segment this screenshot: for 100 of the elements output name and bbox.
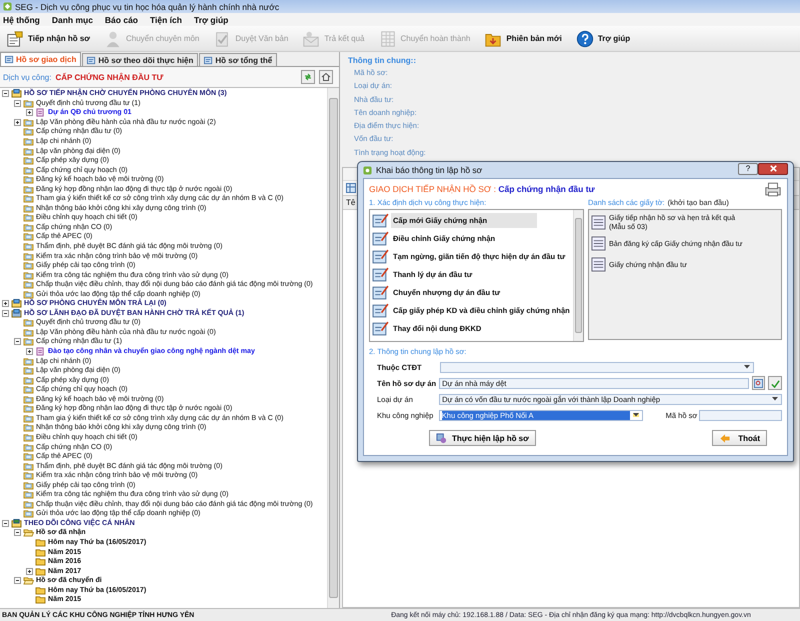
folder-icon — [23, 156, 34, 166]
folder-icon — [23, 146, 34, 156]
folder-icon — [23, 98, 34, 108]
dialog-heading: GIAO DỊCH TIẾP NHẬN HỒ SƠ : Cấp chứng nhận đầu tư — [369, 184, 595, 194]
folder-icon — [23, 462, 34, 471]
toolbar-button[interactable]: Trợ giúp — [572, 28, 634, 50]
folder-icon — [35, 566, 46, 576]
tab-icon — [5, 55, 14, 64]
expand-toggle[interactable] — [2, 310, 9, 317]
person-icon — [104, 30, 122, 48]
expand-toggle[interactable] — [14, 529, 21, 536]
folder-icon — [23, 385, 34, 394]
help-button[interactable]: ? — [738, 162, 758, 174]
expand-toggle[interactable] — [14, 338, 21, 346]
folder-icon — [23, 184, 34, 194]
expand-toggle[interactable] — [14, 100, 21, 107]
spellcheck-button[interactable] — [768, 376, 782, 390]
tab-icon — [87, 56, 96, 64]
expand-toggle[interactable] — [26, 568, 33, 575]
tab[interactable]: Hồ sơ giao dịch — [0, 52, 82, 66]
folder-icon — [35, 538, 46, 547]
expand-toggle[interactable] — [2, 300, 9, 308]
envelope-icon — [302, 30, 320, 48]
folder-icon — [35, 557, 46, 566]
folder-icon — [23, 204, 34, 213]
folder-icon — [23, 213, 34, 222]
folder-icon — [23, 290, 34, 299]
folder-icon — [23, 480, 34, 490]
folder-icon — [23, 118, 34, 127]
exit-button[interactable]: Thoát — [712, 430, 767, 446]
arrow-left-icon — [719, 432, 731, 444]
menu-item[interactable]: Tiện ích — [150, 14, 182, 24]
printer-icon[interactable] — [764, 182, 782, 196]
folder-icon — [11, 308, 22, 318]
scrollbar[interactable] — [573, 210, 583, 341]
edit-form-icon — [372, 320, 389, 336]
edit-form-icon — [372, 212, 389, 228]
document-icon — [35, 108, 46, 118]
edit-form-icon — [372, 266, 389, 282]
folder-icon — [23, 452, 34, 462]
folder-icon — [23, 500, 34, 509]
folder-icon — [23, 242, 34, 252]
home-icon — [321, 72, 331, 82]
menu-item[interactable]: Danh mục — [52, 14, 93, 24]
folder-icon — [23, 252, 34, 261]
folder-icon — [23, 194, 34, 204]
folder-icon — [23, 394, 34, 404]
refresh-button[interactable] — [301, 70, 315, 84]
folder-icon — [23, 261, 34, 270]
grid-icon[interactable] — [346, 183, 356, 193]
create-file-button[interactable]: Thực hiện lập hồ sơ — [429, 430, 536, 446]
expand-toggle[interactable] — [26, 348, 33, 356]
document-icon — [35, 347, 46, 356]
arrows-icon — [303, 72, 313, 82]
expand-toggle[interactable] — [14, 118, 21, 126]
tab[interactable]: Hồ sơ tổng thể — [199, 53, 278, 66]
menu-item[interactable]: Trợ giúp — [194, 14, 228, 24]
expand-toggle[interactable] — [2, 90, 9, 98]
file-code-field[interactable] — [698, 410, 782, 420]
folder-icon — [23, 222, 34, 232]
folder-icon — [23, 376, 34, 385]
home-button[interactable] — [319, 70, 333, 84]
toolbar-button[interactable]: Tiếp nhận hồ sơ — [2, 28, 94, 50]
edit-form-icon — [372, 284, 389, 300]
folder-icon — [23, 404, 34, 414]
app-icon — [3, 2, 12, 11]
folder-icon — [23, 423, 34, 432]
folder-icon — [23, 328, 34, 337]
tab-icon — [204, 56, 214, 64]
menu-item[interactable]: Hệ thống — [3, 14, 40, 24]
edit-form-icon — [372, 302, 389, 318]
folder-icon — [23, 442, 34, 452]
toolbar-button[interactable]: Phiên bản mới — [480, 28, 566, 50]
folder-icon — [35, 586, 46, 595]
section-title: Thông tin chung:: — [348, 56, 417, 65]
folder-icon — [23, 337, 34, 346]
checkmark-icon — [770, 378, 780, 388]
folder-icon — [23, 127, 34, 136]
service-name: CẤP CHỨNG NHẬN ĐẦU TƯ — [55, 72, 164, 82]
close-button[interactable] — [758, 162, 788, 174]
search-button[interactable] — [752, 376, 766, 390]
caret-icon — [632, 413, 639, 417]
column-header[interactable]: Tê — [346, 198, 356, 207]
folder-icon — [23, 471, 34, 480]
window-title: SEG - Dịch vụ công phục vụ tin học hóa quản lý hành chính nhà nước — [15, 2, 280, 12]
open-folder-icon — [23, 528, 34, 538]
folder-icon — [23, 414, 34, 423]
expand-toggle[interactable] — [26, 109, 33, 116]
menu-item[interactable]: Báo cáo — [104, 14, 138, 24]
expand-toggle[interactable] — [2, 520, 9, 527]
folder-icon — [35, 595, 46, 604]
tab[interactable]: Hồ sơ theo dõi thực hiện — [82, 53, 198, 66]
edit-form-icon — [372, 248, 389, 264]
folder-icon — [23, 490, 34, 500]
dialog-title: Khai báo thông tin lập hồ sơ — [376, 165, 482, 175]
expand-toggle[interactable] — [14, 577, 21, 584]
document-list-icon — [591, 236, 606, 250]
folder-icon — [23, 318, 34, 328]
scrollbar[interactable] — [327, 88, 339, 608]
folder-icon — [11, 299, 22, 308]
